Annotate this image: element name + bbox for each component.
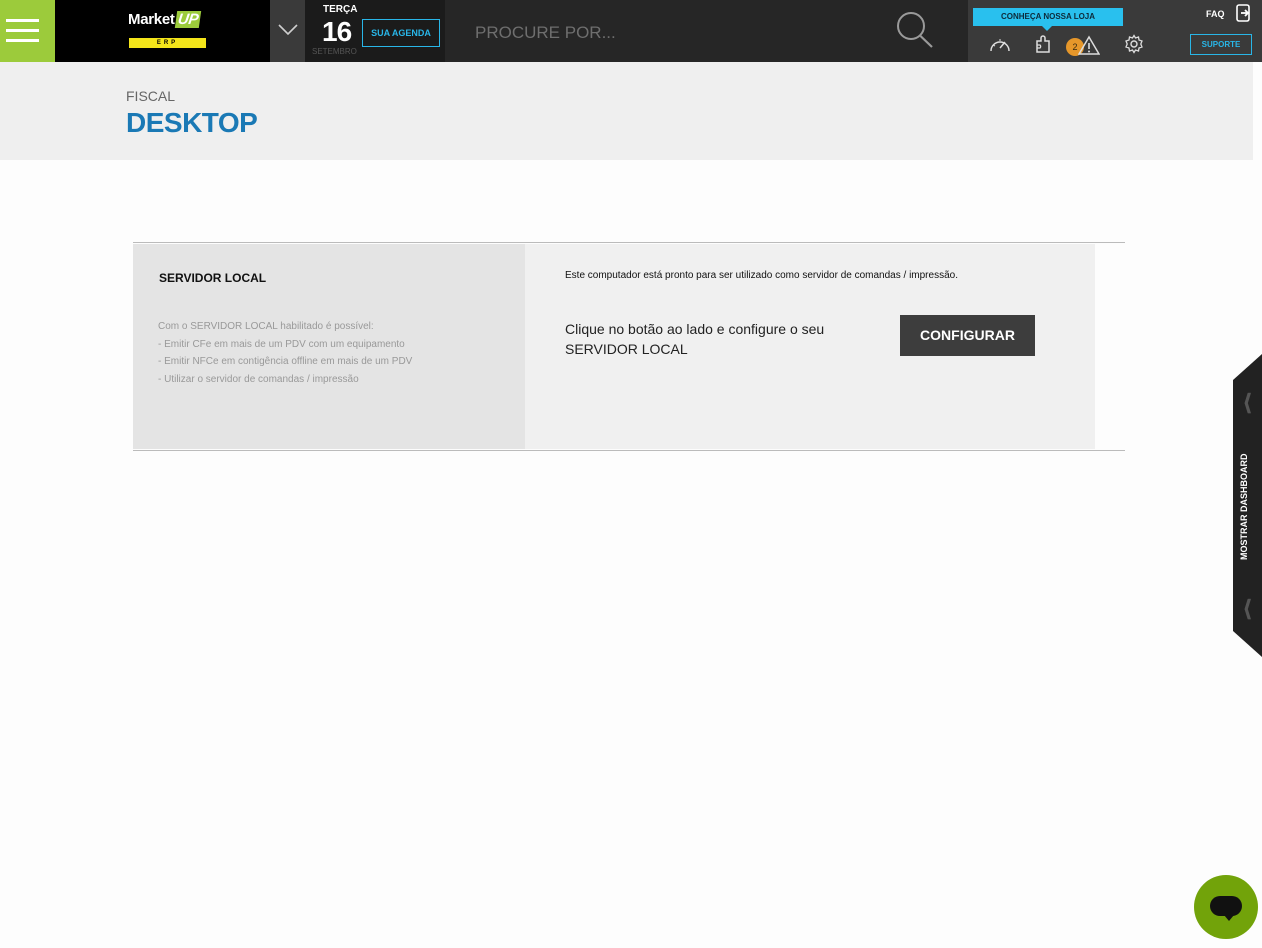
panel-title: SERVIDOR LOCAL (159, 271, 267, 285)
logo-main-text: Market (128, 11, 175, 28)
cta-text: Clique no botão ao lado e configure o se… (565, 321, 825, 357)
search-icon[interactable] (894, 10, 934, 50)
faq-link[interactable]: FAQ (1206, 9, 1225, 19)
servidor-local-panel: SERVIDOR LOCAL Com o SERVIDOR LOCAL habi… (133, 242, 1125, 451)
search-input[interactable] (475, 22, 875, 44)
double-chevron-left-icon: ⟨⟨ (1243, 596, 1254, 621)
conheca-loja-button[interactable]: CONHEÇA NOSSA LOJA (973, 8, 1123, 31)
speedometer-icon[interactable] (988, 34, 1012, 54)
panel-info-section: SERVIDOR LOCAL Com o SERVIDOR LOCAL habi… (133, 244, 547, 449)
page-title: DESKTOP (126, 107, 258, 138)
hamburger-menu-button[interactable] (0, 0, 55, 62)
hamburger-icon-bar (6, 39, 39, 42)
chevron-down-icon (278, 24, 298, 36)
date-weekday: TERÇA (323, 4, 358, 15)
breadcrumb[interactable]: FISCAL (126, 88, 175, 104)
hamburger-icon-bar (6, 29, 39, 32)
logo-dropdown-button[interactable] (270, 0, 305, 62)
top-bar: Market UP ERP TERÇA 16 SETEMBRO SUA AGEND… (0, 0, 1262, 62)
puzzle-icon[interactable] (1034, 34, 1054, 54)
panel-action-section: Este computador está pronto para ser uti… (525, 244, 1095, 449)
description-line: Com o SERVIDOR LOCAL habilitado é possív… (158, 321, 374, 332)
description-line: - Emitir NFCe em contigência offline em … (158, 356, 413, 367)
panel-description: Com o SERVIDOR LOCAL habilitado é possív… (158, 318, 498, 388)
date-day: 16 (322, 16, 352, 47)
description-line: - Utilizar o servidor de comandas / impr… (158, 373, 359, 385)
description-line: - Emitir CFe em mais de um PDV com um eq… (158, 338, 405, 350)
logo[interactable]: Market UP ERP (55, 0, 270, 62)
logo-text: Market UP (128, 11, 202, 28)
suporte-button[interactable]: SUPORTE (1190, 34, 1252, 55)
toolbar-right: CONHEÇA NOSSA LOJA FAQ 2 SUPORTE (968, 0, 1262, 62)
gear-icon[interactable] (1124, 34, 1144, 54)
chat-button[interactable] (1194, 875, 1258, 939)
logo-subtitle: ERP (129, 38, 206, 48)
page-header: FISCAL DESKTOP (0, 62, 1253, 160)
hamburger-icon (6, 19, 39, 22)
logout-icon[interactable] (1236, 4, 1252, 22)
date-widget: TERÇA 16 SETEMBRO SUA AGENDA (305, 0, 445, 62)
logo-up-text: UP (174, 11, 202, 28)
date-month: SETEMBRO (312, 47, 357, 56)
status-text: Este computador está pronto para ser uti… (565, 270, 958, 281)
agenda-button[interactable]: SUA AGENDA (362, 19, 440, 47)
dashboard-tab-label: MOSTRAR DASHBOARD (1239, 453, 1249, 561)
warning-icon[interactable] (1078, 35, 1100, 55)
chat-icon (1210, 896, 1242, 921)
configurar-button[interactable]: CONFIGURAR (900, 315, 1035, 356)
